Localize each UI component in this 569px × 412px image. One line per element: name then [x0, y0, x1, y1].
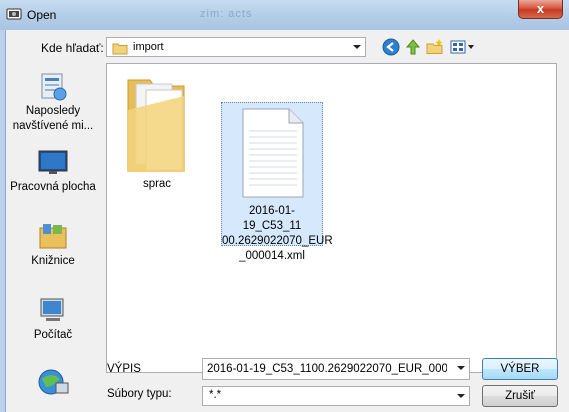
place-computer[interactable]: Počítač: [6, 296, 100, 343]
dialog-body: Kde hľadať: import Naposledy navštívené …: [5, 30, 569, 412]
close-icon: x: [536, 1, 545, 16]
chevron-down-icon[interactable]: [457, 394, 465, 398]
folder-icon: [127, 79, 185, 173]
list-item[interactable]: 2016-01-19_C53_11 00.2629022070_EUR _000…: [221, 102, 333, 262]
file-type-value: *.*: [209, 389, 222, 401]
close-button[interactable]: x: [518, 0, 563, 19]
document-icon: [242, 108, 304, 198]
app-icon: [6, 8, 22, 20]
file-name-label: VÝPIS: [107, 363, 141, 375]
look-in-combo[interactable]: import: [106, 37, 366, 57]
file-name: 2016-01-19_C53_11 00.2629022070_EUR _000…: [222, 205, 333, 262]
place-network[interactable]: [6, 367, 100, 399]
file-name-value: 2016-01-19_C53_1100.2629022070_EUR_00001…: [207, 363, 447, 375]
file-name: sprac: [142, 178, 172, 190]
window-title: Open: [27, 8, 57, 22]
file-type-label: Súbory typu:: [107, 388, 172, 400]
place-label: Knižnice: [31, 255, 75, 267]
file-name-input[interactable]: 2016-01-19_C53_1100.2629022070_EUR_00001…: [202, 358, 470, 380]
place-recent[interactable]: Naposledy navštívené mi...: [6, 72, 100, 134]
network-icon: [38, 369, 69, 395]
chevron-down-icon[interactable]: [353, 45, 361, 49]
place-label: Počítač: [33, 329, 73, 341]
look-in-label: Kde hľadať:: [41, 41, 104, 55]
recent-places-icon: [41, 73, 67, 101]
look-in-value: import: [133, 41, 164, 53]
back-icon[interactable]: [382, 38, 400, 56]
view-menu-icon[interactable]: [450, 38, 476, 56]
title-bar[interactable]: Open zim: acts x: [0, 0, 569, 30]
list-item[interactable]: sprac: [117, 72, 197, 192]
place-libraries[interactable]: Knižnice: [6, 222, 100, 269]
up-folder-icon[interactable]: [404, 38, 422, 56]
desktop-icon: [38, 150, 68, 174]
places-bar: Naposledy navštívené mi... Pracovná ploc…: [6, 62, 100, 412]
place-label: Naposledy navštívené mi...: [12, 105, 94, 132]
cancel-button[interactable]: Zrušiť: [482, 385, 558, 407]
libraries-icon: [39, 224, 67, 249]
file-list[interactable]: sprac 2016-01-19_C53_11 00.2629022070_EU…: [106, 63, 557, 373]
new-folder-icon[interactable]: [426, 38, 444, 56]
place-label: Pracovná plocha: [10, 181, 96, 193]
open-button[interactable]: VÝBER: [482, 358, 558, 380]
place-desktop[interactable]: Pracovná plocha: [6, 148, 100, 195]
file-type-select[interactable]: *.*: [202, 386, 470, 406]
title-ghost-text: zim: acts: [200, 8, 253, 20]
chevron-down-icon[interactable]: [457, 366, 465, 370]
folder-icon: [112, 43, 128, 55]
computer-icon: [40, 298, 64, 321]
